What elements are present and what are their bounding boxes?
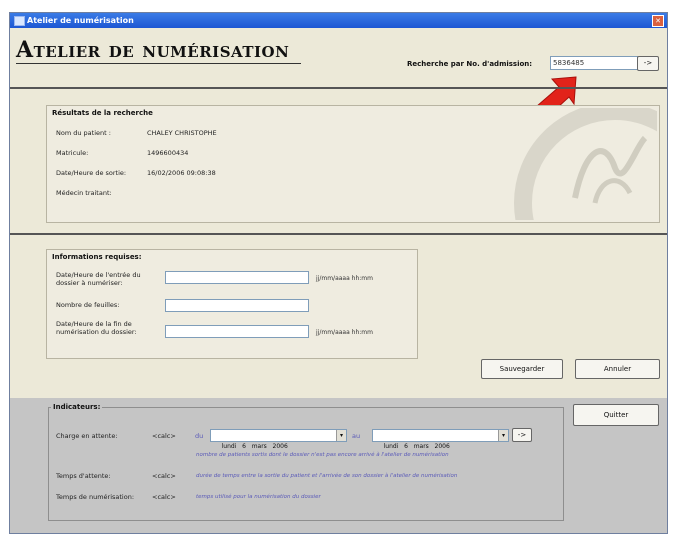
indicators-legend: Indicateurs: [51,403,103,411]
from-month: mars [251,443,267,450]
discharge-label: Date/Heure de sortie: [56,169,127,177]
save-button[interactable]: Sauvegarder [481,359,563,379]
to-label: au [352,432,361,440]
chevron-down-icon[interactable]: ▾ [498,430,508,441]
wait-time-label: Temps d'attente: [56,472,111,480]
sheets-label: Nombre de feuilles: [56,301,120,309]
start-date-input[interactable] [165,271,309,284]
scan-time-value: <calc> [152,493,176,501]
wait-time-value: <calc> [152,472,176,480]
scan-time-note: temps utilisé pour la numérisation du do… [196,494,321,500]
quit-button[interactable]: Quitter [573,404,659,426]
from-label: du [195,432,204,440]
results-panel [46,105,660,223]
to-year: 2006 [434,443,450,450]
to-day: 6 [404,443,408,450]
from-day: 6 [242,443,246,450]
matricule-label: Matricule: [56,149,89,157]
waiting-load-label: Charge en attente: [56,432,118,440]
divider [10,87,667,89]
end-date-input[interactable] [165,325,309,338]
scan-time-label: Temps de numérisation: [56,493,135,501]
end-date-hint: jj/mm/aaaa hh:mm [316,329,373,336]
results-legend: Résultats de la recherche [50,109,155,117]
divider [10,233,667,235]
patient-name-label: Nom du patient : [56,129,111,137]
indicators-panel [48,407,564,521]
from-date-picker[interactable]: lundi 6 mars 2006 ▾ [210,429,347,450]
sheets-input[interactable] [165,299,309,312]
close-icon[interactable]: ✕ [652,15,664,27]
wait-time-note: durée de temps entre la sortie du patien… [196,473,458,479]
waiting-load-note: nombre de patients sortis dont le dossie… [196,452,449,458]
from-weekday: lundi [221,443,237,450]
chevron-down-icon[interactable]: ▾ [336,430,346,441]
matricule-value: 1496600434 [147,149,189,157]
to-weekday: lundi [383,443,399,450]
indicators-go-button[interactable]: -> [512,428,532,442]
from-year: 2006 [272,443,288,450]
discharge-value: 16/02/2006 09:08:38 [147,169,216,177]
app-icon [14,16,25,26]
title-bar: Atelier de numérisation ✕ [10,13,667,28]
start-date-hint: jj/mm/aaaa hh:mm [316,275,373,282]
page-title: Atelier de numérisation [16,37,290,63]
waiting-load-value: <calc> [152,432,176,440]
window-title: Atelier de numérisation [27,16,134,25]
admission-search-input[interactable]: 5836485 [550,56,638,70]
cancel-button[interactable]: Annuler [575,359,660,379]
to-date-picker[interactable]: lundi 6 mars 2006 ▾ [372,429,509,450]
required-info-legend: Informations requises: [50,253,144,261]
title-underline [16,63,301,64]
start-date-label: Date/Heure de l'entrée du dossier à numé… [56,271,141,287]
watermark-seal-icon [514,108,657,220]
search-label: Recherche par No. d'admission: [407,60,533,68]
patient-name-value: CHALEY CHRISTOPHE [147,129,217,137]
search-go-button[interactable]: -> [637,56,659,71]
end-date-label: Date/Heure de la fin de numérisation du … [56,320,137,336]
app-window: Atelier de numérisation ✕ Atelier de num… [9,12,668,534]
doctor-label: Médecin traitant: [56,189,112,197]
to-month: mars [413,443,429,450]
